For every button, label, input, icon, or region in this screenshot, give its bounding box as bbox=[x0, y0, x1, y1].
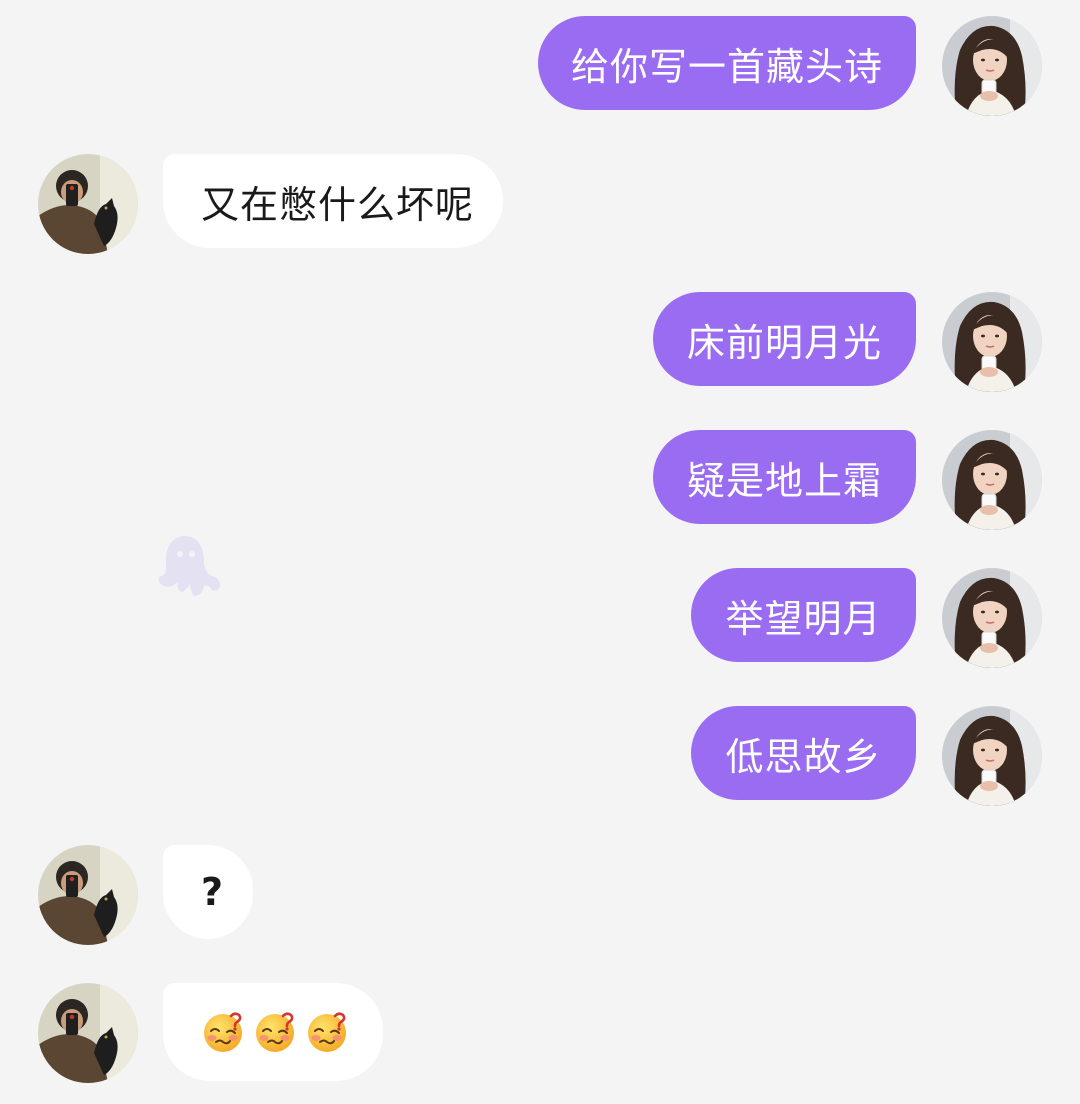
message-text: 又在憋什么坏呢 bbox=[201, 182, 475, 227]
message-bubble-outgoing[interactable]: 给你写一首藏头诗 bbox=[538, 16, 916, 110]
chat-thread: 给你写一首藏头诗 又在憋什么坏呢 床前明月光 疑是地上霜 举望明月 低思故乡 ? bbox=[0, 0, 1080, 1104]
message-bubble-incoming[interactable]: 又在憋什么坏呢 bbox=[163, 154, 503, 248]
message-bubble-incoming[interactable]: ? bbox=[163, 845, 253, 939]
my-avatar[interactable] bbox=[942, 292, 1042, 392]
message-text: 举望明月 bbox=[725, 596, 882, 641]
my-avatar[interactable] bbox=[942, 16, 1042, 116]
message-text: ? bbox=[201, 870, 225, 914]
my-avatar[interactable] bbox=[942, 430, 1042, 530]
contact-avatar[interactable] bbox=[38, 983, 138, 1083]
my-avatar[interactable] bbox=[942, 706, 1042, 806]
message-text: 低思故乡 bbox=[725, 734, 882, 779]
contact-avatar[interactable] bbox=[38, 845, 138, 945]
woozy-face-icon bbox=[253, 1010, 297, 1054]
message-text: 疑是地上霜 bbox=[686, 458, 882, 503]
message-text: 床前明月光 bbox=[686, 320, 882, 365]
woozy-face-icon bbox=[201, 1010, 245, 1054]
emoji-row bbox=[201, 1010, 349, 1054]
message-bubble-incoming[interactable] bbox=[163, 983, 383, 1081]
my-avatar[interactable] bbox=[942, 568, 1042, 668]
message-bubble-outgoing[interactable]: 低思故乡 bbox=[691, 706, 916, 800]
octopus-logo-icon bbox=[146, 528, 226, 600]
woozy-face-icon bbox=[305, 1010, 349, 1054]
message-bubble-outgoing[interactable]: 举望明月 bbox=[691, 568, 916, 662]
contact-avatar[interactable] bbox=[38, 154, 138, 254]
message-bubble-outgoing[interactable]: 床前明月光 bbox=[653, 292, 916, 386]
message-bubble-outgoing[interactable]: 疑是地上霜 bbox=[653, 430, 916, 524]
message-text: 给你写一首藏头诗 bbox=[570, 44, 883, 89]
